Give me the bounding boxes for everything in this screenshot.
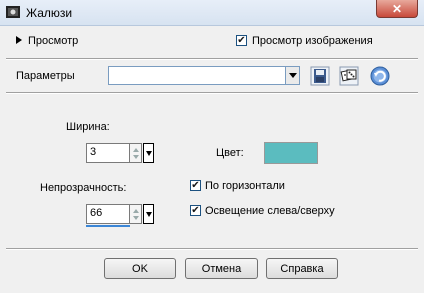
- opacity-spinbox[interactable]: 66: [86, 204, 154, 224]
- light-from-left-top-label[interactable]: Освещение слева/сверху: [205, 205, 335, 217]
- expand-arrow-icon[interactable]: [16, 36, 22, 44]
- checkmark-icon: ✔: [237, 34, 246, 46]
- chevron-down-icon: [145, 150, 152, 156]
- ok-button[interactable]: OK: [104, 258, 176, 279]
- separator: [6, 92, 418, 94]
- opacity-spin-arrows[interactable]: [130, 204, 142, 224]
- spin-down-icon[interactable]: [133, 216, 139, 220]
- opacity-dropdown-button[interactable]: [143, 204, 154, 224]
- spin-up-icon[interactable]: [133, 148, 139, 152]
- preview-section-label[interactable]: Просмотр: [28, 35, 78, 47]
- presets-label: Параметры: [16, 70, 75, 82]
- close-icon: ✕: [391, 1, 403, 16]
- spin-up-icon[interactable]: [133, 209, 139, 213]
- chevron-down-icon: [145, 211, 152, 217]
- light-from-left-top-checkbox[interactable]: ✔: [190, 205, 201, 216]
- preview-section: Просмотр ✔ Просмотр изображения: [6, 32, 416, 52]
- color-swatch[interactable]: [264, 142, 318, 164]
- horizontal-checkbox[interactable]: ✔: [190, 180, 201, 191]
- show-preview-checkbox[interactable]: ✔: [236, 35, 247, 46]
- blinds-dialog: Жалюзи ✕ Просмотр ✔ Просмотр изображения…: [0, 0, 424, 293]
- width-dropdown-button[interactable]: [143, 143, 154, 163]
- width-label: Ширина:: [66, 121, 110, 133]
- cancel-button[interactable]: Отмена: [185, 258, 258, 279]
- window-title: Жалюзи: [26, 6, 73, 20]
- opacity-slider-indicator[interactable]: [86, 225, 130, 227]
- app-icon: [6, 6, 20, 18]
- opacity-input[interactable]: 66: [86, 204, 130, 224]
- checkmark-icon: ✔: [191, 179, 200, 191]
- presets-dropdown-button[interactable]: [285, 67, 299, 84]
- title-bar[interactable]: Жалюзи ✕: [0, 0, 424, 26]
- spin-down-icon[interactable]: [133, 155, 139, 159]
- reset-icon[interactable]: [370, 66, 390, 86]
- checkmark-icon: ✔: [191, 204, 200, 216]
- width-spin-arrows[interactable]: [130, 143, 142, 163]
- width-input[interactable]: 3: [86, 143, 130, 163]
- opacity-label: Непрозрачность:: [40, 182, 127, 194]
- show-preview-label[interactable]: Просмотр изображения: [252, 35, 373, 47]
- chevron-down-icon: [288, 73, 297, 78]
- separator: [6, 248, 418, 250]
- horizontal-label[interactable]: По горизонтали: [205, 180, 285, 192]
- width-spinbox[interactable]: 3: [86, 143, 154, 163]
- presets-combobox[interactable]: [108, 66, 300, 85]
- separator: [6, 58, 418, 60]
- close-button[interactable]: ✕: [376, 0, 418, 18]
- help-button[interactable]: Справка: [266, 258, 338, 279]
- color-label: Цвет:: [216, 147, 244, 159]
- save-preset-icon[interactable]: [310, 66, 330, 86]
- randomize-dice-icon[interactable]: [339, 66, 359, 86]
